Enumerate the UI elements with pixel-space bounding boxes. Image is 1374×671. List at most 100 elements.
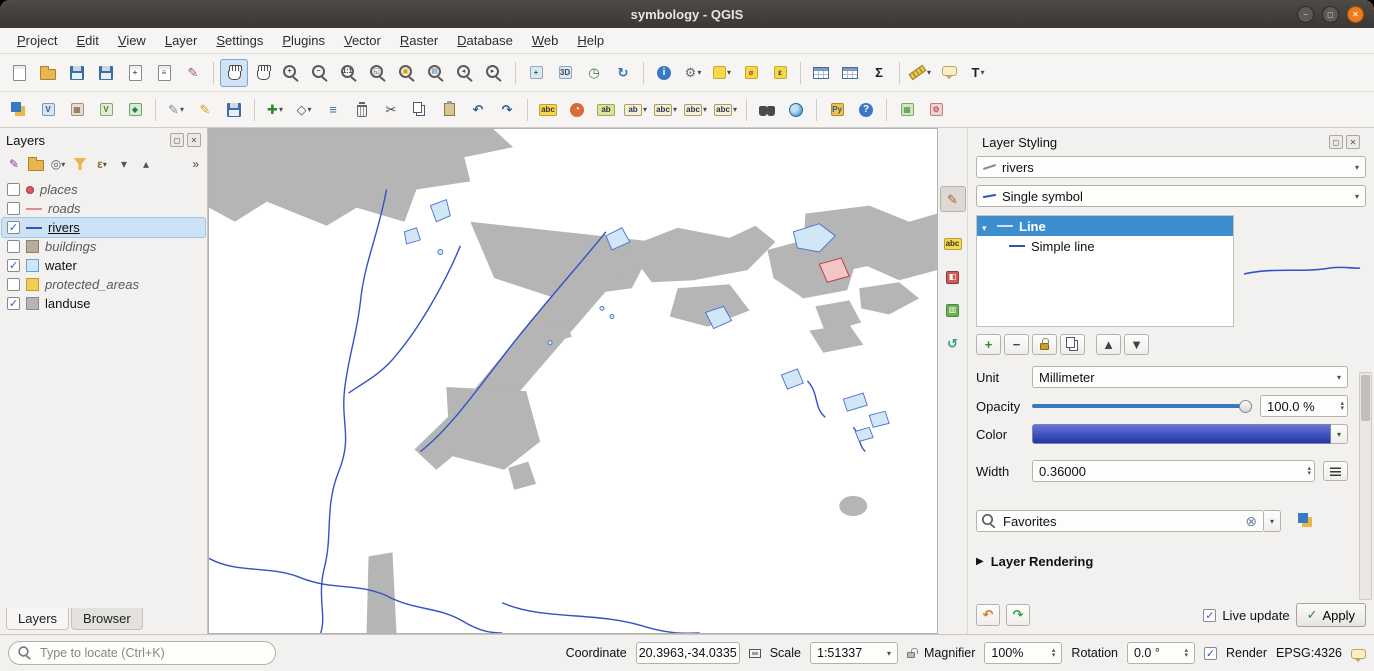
- move-symbol-up-button[interactable]: ▲: [1096, 334, 1121, 355]
- deselect-features-button[interactable]: ⌀: [737, 59, 765, 87]
- map-canvas[interactable]: [208, 128, 938, 634]
- layer-visibility-checkbox[interactable]: [7, 183, 20, 196]
- toggle-editing-button[interactable]: ✎: [191, 96, 219, 124]
- crs-status-button[interactable]: EPSG:4326: [1276, 646, 1342, 660]
- add-symbol-layer-button[interactable]: +: [976, 334, 1001, 355]
- style-manager-button[interactable]: ✎: [179, 59, 207, 87]
- run-feature-action-button[interactable]: ⚙: [679, 59, 707, 87]
- layer-visibility-checkbox[interactable]: [7, 297, 20, 310]
- move-symbol-down-button[interactable]: ▼: [1124, 334, 1149, 355]
- menu-item[interactable]: Raster: [391, 30, 447, 51]
- open-layer-styling-button[interactable]: ✎: [4, 154, 24, 174]
- identify-features-button[interactable]: i: [650, 59, 678, 87]
- menu-item[interactable]: Layer: [156, 30, 207, 51]
- menu-item[interactable]: Web: [523, 30, 568, 51]
- layer-visibility-checkbox[interactable]: [7, 259, 20, 272]
- new-geopackage-layer-button[interactable]: ◆: [121, 96, 149, 124]
- menu-item[interactable]: Help: [568, 30, 613, 51]
- duplicate-symbol-layer-button[interactable]: [1060, 334, 1085, 355]
- spin-arrows-icon[interactable]: [1307, 466, 1311, 476]
- text-annotation-button[interactable]: T: [964, 59, 992, 87]
- maximize-button[interactable]: ◻: [1322, 6, 1339, 23]
- style-layer-selector[interactable]: rivers: [976, 156, 1366, 178]
- close-layers-panel-button[interactable]: ✕: [187, 133, 201, 147]
- layer-visibility-checkbox[interactable]: [7, 240, 20, 253]
- styling-tab-symbology[interactable]: ✎: [940, 186, 966, 212]
- menu-item[interactable]: Edit: [67, 30, 107, 51]
- extents-toggle-icon[interactable]: [749, 649, 761, 658]
- label-change-button[interactable]: abc: [711, 96, 740, 124]
- map-tips-button[interactable]: [935, 59, 963, 87]
- data-defined-override-button[interactable]: [1323, 461, 1348, 481]
- zoom-next-button[interactable]: ▸: [481, 59, 509, 87]
- redo-style-button[interactable]: ↷: [1006, 604, 1030, 626]
- tab-browser[interactable]: Browser: [71, 608, 143, 630]
- open-attribute-table-button[interactable]: [807, 59, 835, 87]
- collapse-all-button[interactable]: ▴: [136, 154, 156, 174]
- spin-arrows-icon[interactable]: [1340, 401, 1344, 411]
- zoom-native-button[interactable]: 1:1: [336, 59, 364, 87]
- styling-scrollbar[interactable]: [1359, 372, 1372, 600]
- help-button[interactable]: ?: [852, 96, 880, 124]
- layer-diagram-button[interactable]: ◔: [563, 96, 591, 124]
- styling-tab-history[interactable]: ↺: [940, 330, 966, 356]
- scrollbar-thumb[interactable]: [1361, 375, 1370, 421]
- spin-arrows-icon[interactable]: [1052, 648, 1056, 658]
- new-shapefile-layer-button[interactable]: V: [92, 96, 120, 124]
- menu-item[interactable]: Plugins: [273, 30, 334, 51]
- zoom-full-button[interactable]: ◱: [365, 59, 393, 87]
- layer-row-places[interactable]: places: [2, 180, 205, 199]
- new-print-layout-button[interactable]: +: [121, 59, 149, 87]
- save-project-as-button[interactable]: [92, 59, 120, 87]
- pan-to-selection-button[interactable]: [249, 59, 277, 87]
- coordinate-input[interactable]: 20.3963,-34.0335: [636, 642, 740, 664]
- new-map-view-button[interactable]: +: [522, 59, 550, 87]
- add-raster-layer-button[interactable]: ▦: [63, 96, 91, 124]
- symbol-tree-line-item[interactable]: Line: [977, 216, 1233, 236]
- menu-item[interactable]: Vector: [335, 30, 390, 51]
- current-edits-button[interactable]: ✎: [162, 96, 190, 124]
- temporal-controller-button[interactable]: ◷: [580, 59, 608, 87]
- locate-input[interactable]: Type to locate (Ctrl+K): [8, 641, 276, 665]
- save-layer-edits-button[interactable]: [220, 96, 248, 124]
- opacity-slider[interactable]: [1032, 398, 1252, 414]
- label-show-hide-button[interactable]: abc: [651, 96, 680, 124]
- select-by-expression-button[interactable]: ε: [766, 59, 794, 87]
- label-add-button[interactable]: ab: [592, 96, 620, 124]
- zoom-in-button[interactable]: +: [278, 59, 306, 87]
- close-button[interactable]: ✕: [1347, 6, 1364, 23]
- expand-all-button[interactable]: ▾: [114, 154, 134, 174]
- styling-tab-labels[interactable]: abc: [940, 231, 966, 257]
- zoom-to-selection-button[interactable]: ▣: [394, 59, 422, 87]
- add-group-button[interactable]: [26, 154, 46, 174]
- apply-button[interactable]: ✓ Apply: [1296, 603, 1366, 627]
- messages-bubble-icon[interactable]: [1351, 649, 1366, 659]
- undo-style-button[interactable]: ↶: [976, 604, 1000, 626]
- layer-row-roads[interactable]: roads: [2, 199, 205, 218]
- rotation-spinbox[interactable]: 0.0 °: [1127, 642, 1195, 664]
- minimize-button[interactable]: −: [1297, 6, 1314, 23]
- metasearch-globe-button[interactable]: [782, 96, 810, 124]
- search-dropdown-button[interactable]: [1264, 510, 1281, 532]
- remove-symbol-layer-button[interactable]: −: [1004, 334, 1029, 355]
- refresh-map-button[interactable]: ↻: [609, 59, 637, 87]
- float-styling-panel-button[interactable]: ◻: [1329, 135, 1343, 149]
- menu-item[interactable]: Settings: [207, 30, 272, 51]
- style-manager-shortcut-button[interactable]: [1293, 510, 1319, 532]
- layer-row-buildings[interactable]: buildings: [2, 237, 205, 256]
- lock-symbol-layer-button[interactable]: [1032, 334, 1057, 355]
- filter-by-expression-button[interactable]: ε: [92, 154, 112, 174]
- binoculars-search-button[interactable]: [753, 96, 781, 124]
- magnifier-spinbox[interactable]: 100%: [984, 642, 1062, 664]
- float-layers-panel-button[interactable]: ◻: [170, 133, 184, 147]
- statistical-summary-button[interactable]: Σ: [865, 59, 893, 87]
- python-console-button[interactable]: Py: [823, 96, 851, 124]
- scale-combobox[interactable]: 1:51337: [810, 642, 898, 664]
- unit-selector[interactable]: Millimeter: [1032, 366, 1348, 388]
- lock-scale-icon[interactable]: [907, 652, 915, 658]
- select-features-button[interactable]: [708, 59, 736, 87]
- layer-row-water[interactable]: water: [2, 256, 205, 275]
- undo-button[interactable]: ↶: [464, 96, 492, 124]
- layer-row-protected_areas[interactable]: protected_areas: [2, 275, 205, 294]
- cut-features-button[interactable]: ✂: [377, 96, 405, 124]
